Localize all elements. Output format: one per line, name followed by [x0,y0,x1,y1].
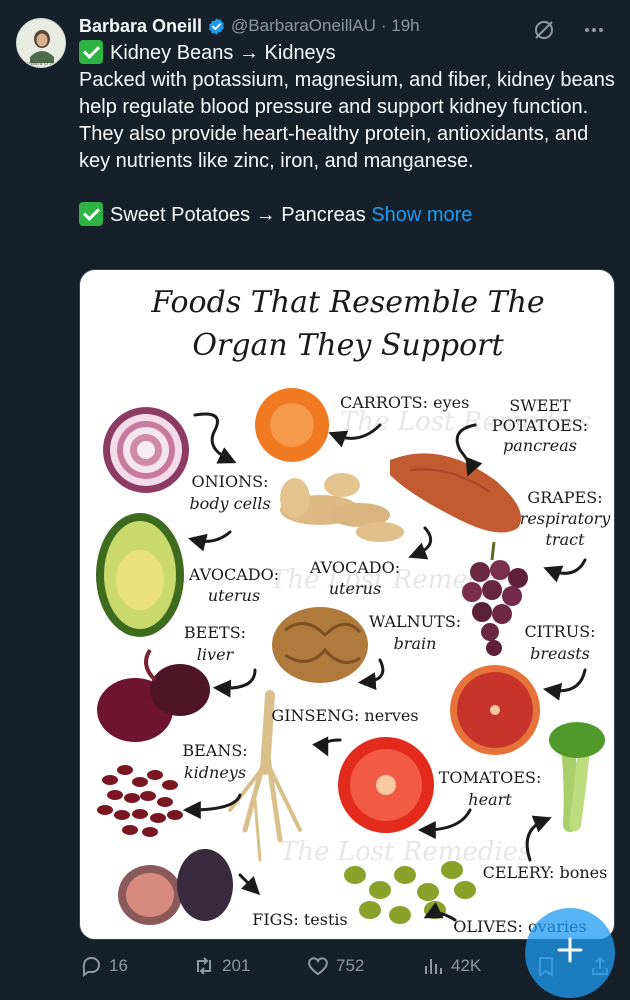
svg-text:pancreas: pancreas [503,436,577,455]
label-avocado-left: AVOCADO: [188,565,279,584]
check-mark-icon [79,40,103,64]
olives-image [344,861,476,924]
more-options-icon[interactable] [582,18,606,42]
views-icon [425,959,442,974]
ginger-image [280,473,404,542]
svg-text:breasts: breasts [530,644,590,663]
sweet-potato-image [390,453,522,533]
label-avocado-middle: AVOCADO: [309,558,400,577]
blood-orange-image [450,665,540,755]
like-button[interactable]: 752 [306,954,364,978]
tweet-body: Packed with potassium, magnesium, and fi… [79,69,615,172]
tweet-line-1: Kidney Beans → Kidneys [110,42,336,64]
svg-text:liver: liver [197,645,235,664]
grok-icon[interactable] [532,18,556,42]
tweet-time[interactable]: · 19h [381,16,420,36]
reply-button[interactable]: 16 [79,954,128,978]
grapes-image [462,541,528,656]
label-walnuts: WALNUTS: [369,612,461,631]
tweet-text: Kidney Beans → Kidneys Packed with potas… [79,40,615,229]
like-count: 752 [336,956,365,975]
plus-icon [557,937,583,963]
beets-image [97,648,210,742]
svg-text:uterus: uterus [208,586,260,605]
tomato-image [338,737,434,833]
check-mark-icon [79,202,103,226]
label-beets: BEETS: [184,623,246,642]
retweet-icon [197,957,211,975]
reply-count: 16 [109,956,128,975]
svg-text:brain: brain [394,634,437,653]
views-button[interactable]: 42K [421,954,481,978]
tweet-header: Barbara Oneill @BarbaraOneillAU · 19h [79,14,620,39]
avatar-signature: Barbara O'Neill [21,61,62,67]
kidney-beans-image [97,765,183,837]
label-ginseng: GINSENG: nerves [271,706,418,725]
avocado-image [96,513,184,637]
author-name[interactable]: Barbara Oneill [79,16,202,37]
svg-text:body cells: body cells [189,494,270,513]
label-beans: BEANS: [182,741,247,760]
retweet-button[interactable]: 201 [192,954,250,978]
author-avatar[interactable]: Barbara O'Neill [16,18,66,68]
author-handle[interactable]: @BarbaraOneillAU [231,16,376,36]
svg-text:heart: heart [468,790,512,809]
svg-text:respiratory: respiratory [520,509,612,528]
label-grapes: GRAPES: [527,488,602,507]
walnut-image [272,607,368,683]
label-citrus: CITRUS: [524,622,595,641]
label-figs: FIGS: testis [252,910,348,929]
figs-image [118,849,233,925]
verified-badge-icon [209,17,224,35]
svg-text:kidneys: kidneys [184,763,246,782]
carrot-image [255,388,329,462]
retweet-count: 201 [222,956,251,975]
svg-text:tract: tract [545,530,585,549]
label-sweet-potatoes: SWEET [509,396,571,415]
show-more-link[interactable]: Show more [371,204,472,226]
svg-text:uterus: uterus [329,579,381,598]
infographic-title-line-2: Organ They Support [192,328,504,363]
heart-icon [308,957,328,976]
onion-image [103,407,189,493]
svg-text:POTATOES:: POTATOES: [492,416,588,435]
views-count: 42K [451,956,482,975]
infographic-title-line-1: Foods That Resemble The [150,285,544,320]
tweet-image[interactable]: Foods That Resemble The Organ They Suppo… [79,269,615,940]
label-onions: ONIONS: [192,472,269,491]
celery-image [549,722,605,832]
reply-icon [82,957,100,977]
label-tomatoes: TOMATOES: [439,768,542,787]
label-celery: CELERY: bones [483,863,608,882]
tweet-line-2: Sweet Potatoes → Pancreas [110,204,366,226]
label-carrots: CARROTS: eyes [340,393,469,412]
